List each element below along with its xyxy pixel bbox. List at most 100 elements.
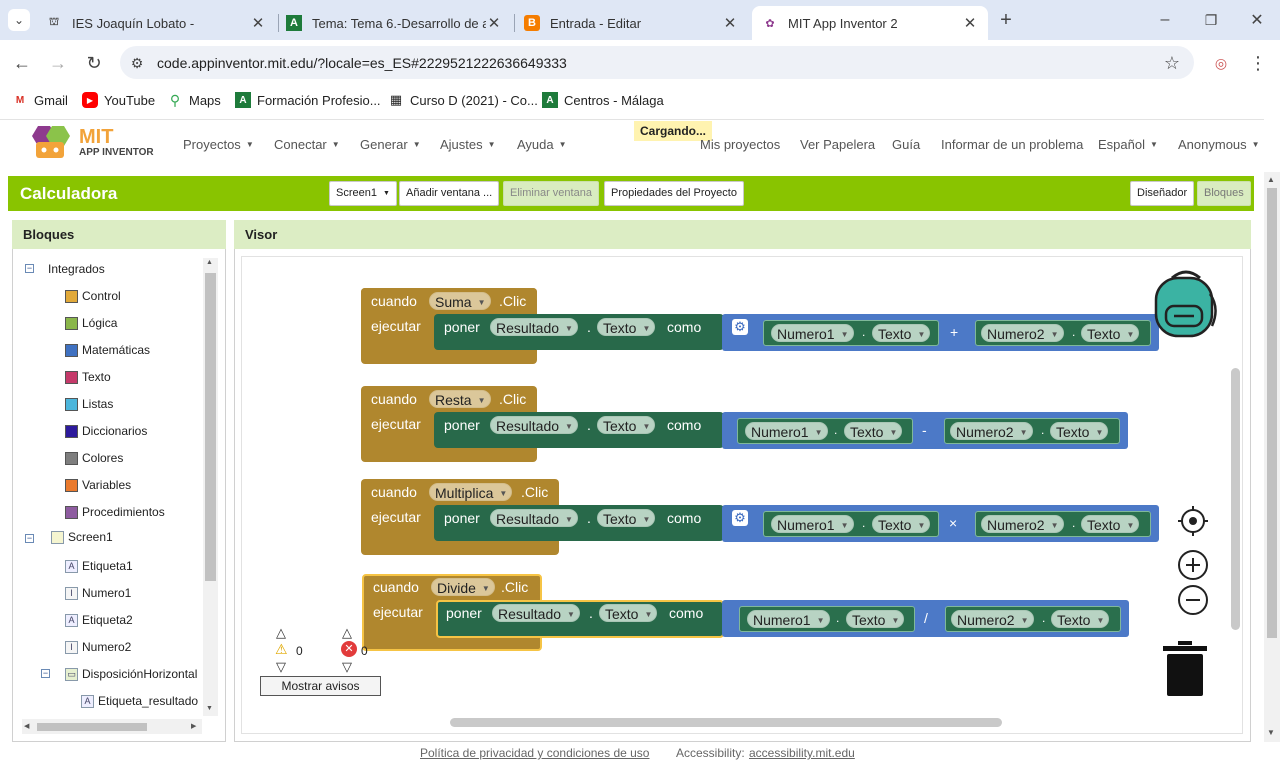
- gmail-icon: M: [15, 94, 25, 106]
- tree-builtin[interactable]: Integrados: [48, 262, 105, 276]
- arrangement-icon: ▭: [65, 667, 78, 681]
- warnings-count: 0: [296, 644, 303, 658]
- menu-ayuda[interactable]: Ayuda ▼: [517, 137, 567, 152]
- backpack-icon[interactable]: [1152, 268, 1220, 338]
- close-tab-icon[interactable]: ✕: [722, 14, 738, 32]
- mutator-gear-icon[interactable]: ⚙: [732, 319, 748, 335]
- url-text[interactable]: code.appinventor.mit.edu/?locale=es_ES#2…: [157, 55, 567, 71]
- button-dropdown-multiplica[interactable]: Multiplica ▼: [429, 483, 513, 501]
- bookmark-gmail[interactable]: M Gmail: [12, 92, 68, 108]
- category-logic[interactable]: Lógica: [65, 316, 117, 330]
- profile-icon[interactable]: ◎: [1210, 52, 1232, 74]
- close-tab-icon[interactable]: ✕: [486, 14, 502, 32]
- collapse-icon[interactable]: −: [25, 264, 34, 273]
- close-window-icon[interactable]: ✕: [1246, 9, 1268, 31]
- tree-etiqueta1[interactable]: A Etiqueta1: [65, 559, 133, 573]
- restore-icon[interactable]: ❐: [1200, 9, 1222, 31]
- remove-screen-button[interactable]: Eliminar ventana: [503, 181, 599, 206]
- page-scroll-down-icon[interactable]: ▼: [1267, 728, 1275, 737]
- browser-tab-1[interactable]: ⛫ IES Joaquín Lobato - ✕: [36, 6, 276, 40]
- browser-tab-2[interactable]: A Tema: Tema 6.-Desarrollo de ap ✕: [276, 6, 512, 40]
- tree-numero2[interactable]: I Numero2: [65, 640, 131, 654]
- page-scroll-up-icon[interactable]: ▲: [1267, 175, 1275, 184]
- menu-user[interactable]: Anonymous ▼: [1178, 137, 1260, 152]
- show-warnings-button[interactable]: Mostrar avisos: [260, 676, 381, 696]
- scroll-up-icon[interactable]: ▲: [206, 259, 213, 266]
- project-properties-button[interactable]: Propiedades del Proyecto: [604, 181, 744, 206]
- screen-select[interactable]: Screen1 ▼: [329, 181, 397, 206]
- menu-conectar[interactable]: Conectar ▼: [274, 137, 340, 152]
- menu-proyectos[interactable]: Proyectos ▼: [183, 137, 254, 152]
- back-icon[interactable]: ←: [11, 52, 33, 74]
- site-settings-icon[interactable]: ⚙: [126, 52, 148, 74]
- browser-tab-3[interactable]: B Entrada - Editar ✕: [514, 6, 748, 40]
- collapse-icon[interactable]: −: [41, 669, 50, 678]
- collapse-icon[interactable]: −: [25, 534, 34, 543]
- bookmark-star-icon[interactable]: ☆: [1161, 52, 1183, 74]
- page-scroll-thumb[interactable]: [1267, 188, 1277, 638]
- link-trash[interactable]: Ver Papelera: [800, 137, 875, 152]
- link-my-projects[interactable]: Mis proyectos: [700, 137, 780, 152]
- minimize-icon[interactable]: –: [1154, 9, 1176, 31]
- tree-horizontal-arrangement[interactable]: ▭ DisposiciónHorizontal: [65, 667, 197, 681]
- designer-button[interactable]: Diseñador: [1130, 181, 1195, 206]
- bookmark-youtube[interactable]: ▶ YouTube: [82, 92, 155, 108]
- menu-ajustes[interactable]: Ajustes ▼: [440, 137, 496, 152]
- scroll-down-icon[interactable]: ▼: [206, 705, 213, 712]
- close-tab-icon[interactable]: ✕: [962, 14, 978, 32]
- workspace-vscroll-thumb[interactable]: [1231, 368, 1240, 630]
- button-dropdown-resta[interactable]: Resta ▼: [429, 390, 491, 408]
- forward-icon[interactable]: →: [47, 52, 69, 74]
- errors-prev-arrow-icon[interactable]: △: [342, 625, 352, 641]
- app-inventor-logo-icon[interactable]: [28, 124, 74, 162]
- menu-language[interactable]: Español ▼: [1098, 137, 1158, 152]
- warnings-next-arrow-icon[interactable]: ▽: [276, 659, 286, 675]
- category-colors[interactable]: Colores: [65, 451, 123, 465]
- recenter-icon[interactable]: [1178, 506, 1208, 536]
- category-text[interactable]: Texto: [65, 370, 111, 384]
- bookmark-centros[interactable]: A Centros - Málaga: [542, 92, 664, 108]
- add-screen-button[interactable]: Añadir ventana ...: [399, 181, 500, 206]
- more-menu-icon[interactable]: ⋮: [1247, 52, 1269, 74]
- tree-screen1[interactable]: Screen1: [51, 530, 113, 544]
- mutator-gear-icon[interactable]: ⚙: [732, 510, 748, 526]
- category-lists[interactable]: Listas: [65, 397, 113, 411]
- zoom-in-icon[interactable]: [1177, 549, 1209, 581]
- bookmark-formacion[interactable]: A Formación Profesio...: [235, 92, 381, 108]
- warnings-prev-arrow-icon[interactable]: △: [276, 625, 286, 641]
- left-scroll-thumb[interactable]: [205, 273, 216, 581]
- link-guide[interactable]: Guía: [892, 137, 920, 152]
- privacy-link[interactable]: Política de privacidad y condiciones de …: [420, 746, 649, 760]
- property-dropdown[interactable]: Texto ▼: [597, 318, 656, 336]
- button-dropdown-divide[interactable]: Divide ▼: [431, 578, 495, 596]
- scroll-left-icon[interactable]: ◀: [24, 722, 29, 730]
- bookmark-curso[interactable]: ▦ Curso D (2021) - Co...: [388, 92, 538, 108]
- menu-generar[interactable]: Generar ▼: [360, 137, 421, 152]
- tree-etiqueta-resultado[interactable]: A Etiqueta_resultado: [81, 694, 198, 708]
- trash-icon[interactable]: [1163, 641, 1207, 697]
- category-math[interactable]: Matemáticas: [65, 343, 150, 357]
- workspace-hscroll-thumb[interactable]: [450, 718, 1002, 727]
- scroll-right-icon[interactable]: ▶: [191, 722, 196, 730]
- category-variables[interactable]: Variables: [65, 478, 131, 492]
- link-report-problem[interactable]: Informar de un problema: [941, 137, 1083, 152]
- zoom-out-icon[interactable]: [1177, 584, 1209, 616]
- operator-symbol: +: [950, 324, 959, 340]
- left-hscroll-thumb[interactable]: [37, 723, 147, 731]
- browser-tab-4[interactable]: ✿ MIT App Inventor 2 ✕: [752, 6, 988, 40]
- close-tab-icon[interactable]: ✕: [250, 14, 266, 32]
- tab-search-icon[interactable]: ⌄: [8, 9, 30, 31]
- blocks-button[interactable]: Bloques: [1197, 181, 1251, 206]
- category-dictionaries[interactable]: Diccionarios: [65, 424, 147, 438]
- component-dropdown[interactable]: Resultado ▼: [490, 318, 578, 336]
- category-control[interactable]: Control: [65, 289, 121, 303]
- category-procedures[interactable]: Procedimientos: [65, 505, 165, 519]
- new-tab-icon[interactable]: +: [995, 9, 1017, 31]
- tree-etiqueta2[interactable]: A Etiqueta2: [65, 613, 133, 627]
- errors-next-arrow-icon[interactable]: ▽: [342, 659, 352, 675]
- reload-icon[interactable]: ↻: [83, 52, 105, 74]
- button-dropdown-suma[interactable]: Suma ▼: [429, 292, 491, 310]
- accessibility-link[interactable]: accessibility.mit.edu: [749, 746, 855, 760]
- bookmark-maps[interactable]: ⚲ Maps: [167, 92, 221, 108]
- tree-numero1[interactable]: I Numero1: [65, 586, 131, 600]
